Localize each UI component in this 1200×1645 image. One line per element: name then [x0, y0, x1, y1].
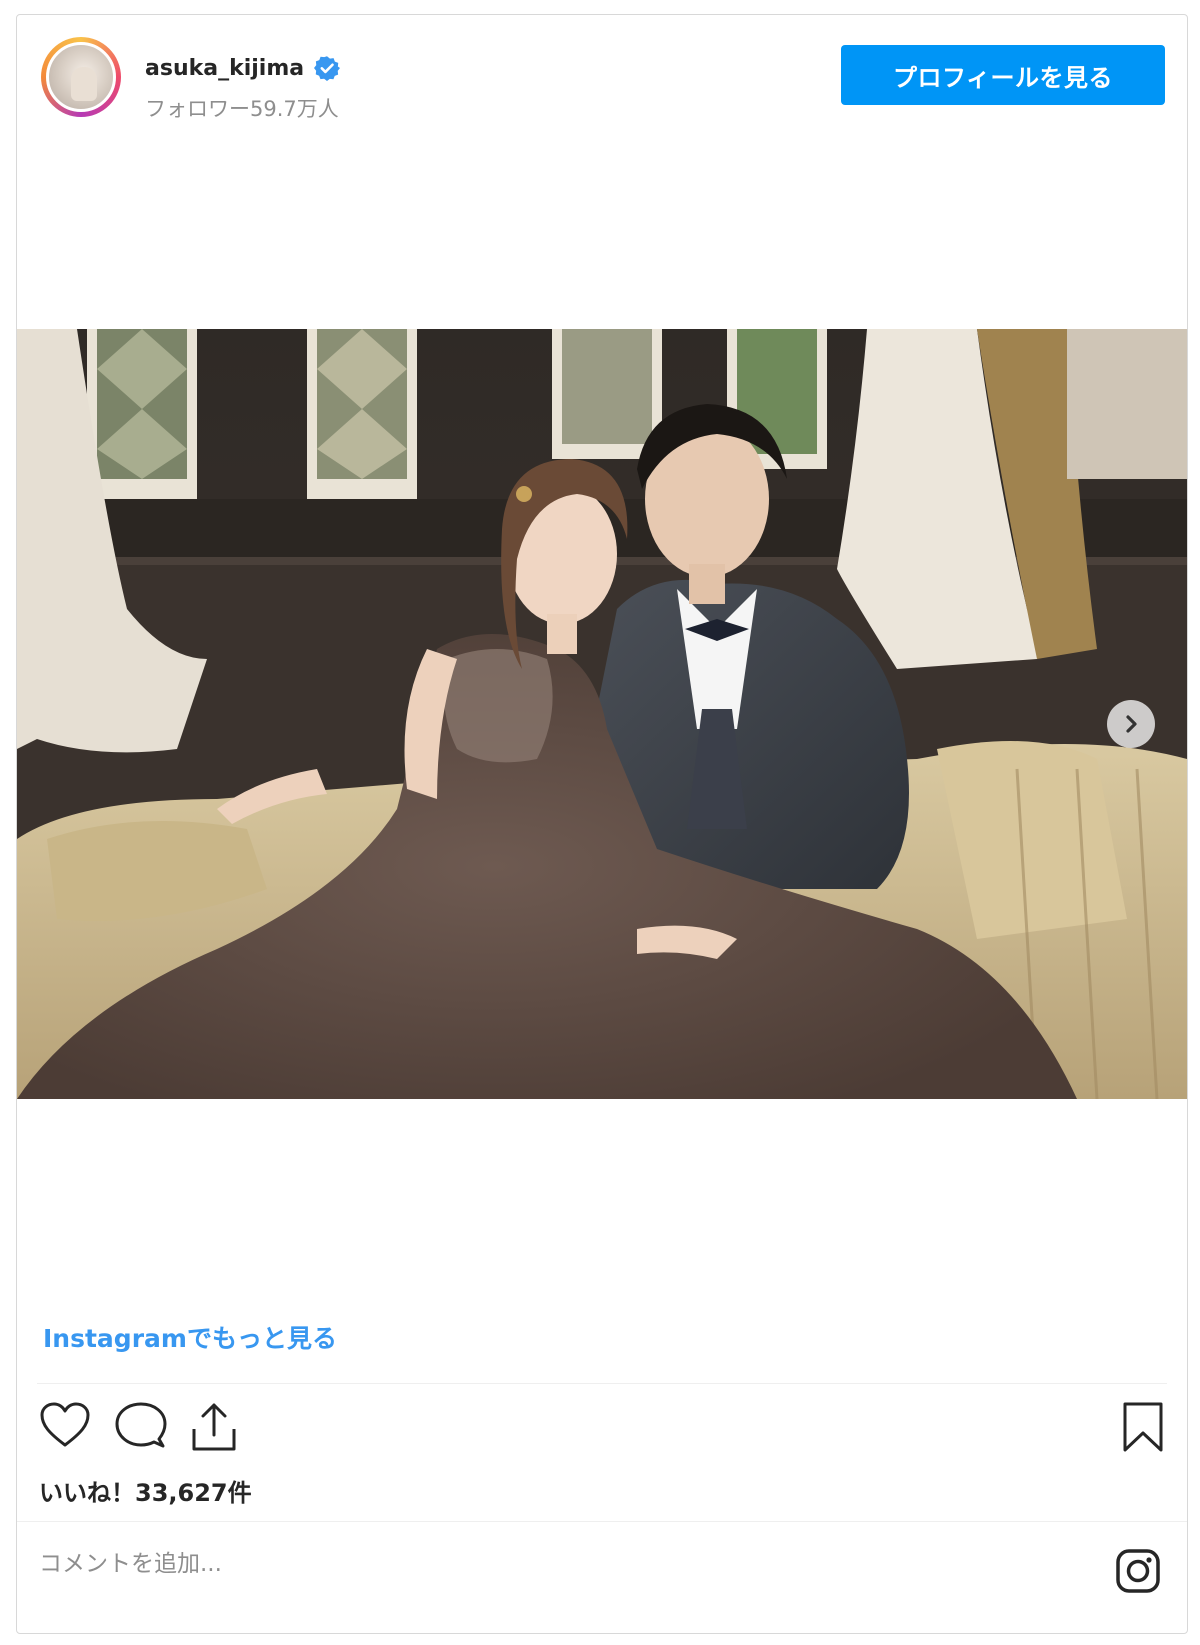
heart-icon[interactable] — [39, 1401, 91, 1449]
action-bar — [39, 1401, 1165, 1461]
divider — [17, 1521, 1187, 1522]
comment-bubble-icon[interactable] — [115, 1401, 167, 1451]
next-image-button[interactable] — [1107, 700, 1155, 748]
post-photo[interactable] — [17, 329, 1187, 1099]
bookmark-icon[interactable] — [1121, 1401, 1165, 1453]
follower-count: フォロワー59.7万人 — [145, 97, 339, 121]
comment-input[interactable] — [39, 1551, 839, 1577]
divider — [37, 1383, 1167, 1384]
post-header: asuka_kijima フォロワー59.7万人 プロフィールを見る — [17, 15, 1187, 135]
couple-photo-image — [17, 329, 1187, 1099]
avatar-story-ring[interactable] — [41, 37, 121, 117]
chevron-right-icon — [1126, 715, 1137, 733]
verified-badge-icon — [314, 56, 341, 81]
like-count: いいね！33,627件 — [39, 1479, 252, 1507]
share-icon[interactable] — [189, 1401, 239, 1453]
username[interactable]: asuka_kijima — [145, 56, 304, 81]
view-profile-button[interactable]: プロフィールを見る — [841, 45, 1165, 105]
view-more-on-instagram-link[interactable]: Instagramでもっと見る — [43, 1319, 337, 1355]
instagram-logo-icon[interactable] — [1115, 1548, 1161, 1594]
avatar[interactable] — [46, 42, 116, 112]
username-row: asuka_kijima — [145, 55, 341, 81]
instagram-embed-card: asuka_kijima フォロワー59.7万人 プロフィールを見る Insta… — [16, 14, 1188, 1634]
